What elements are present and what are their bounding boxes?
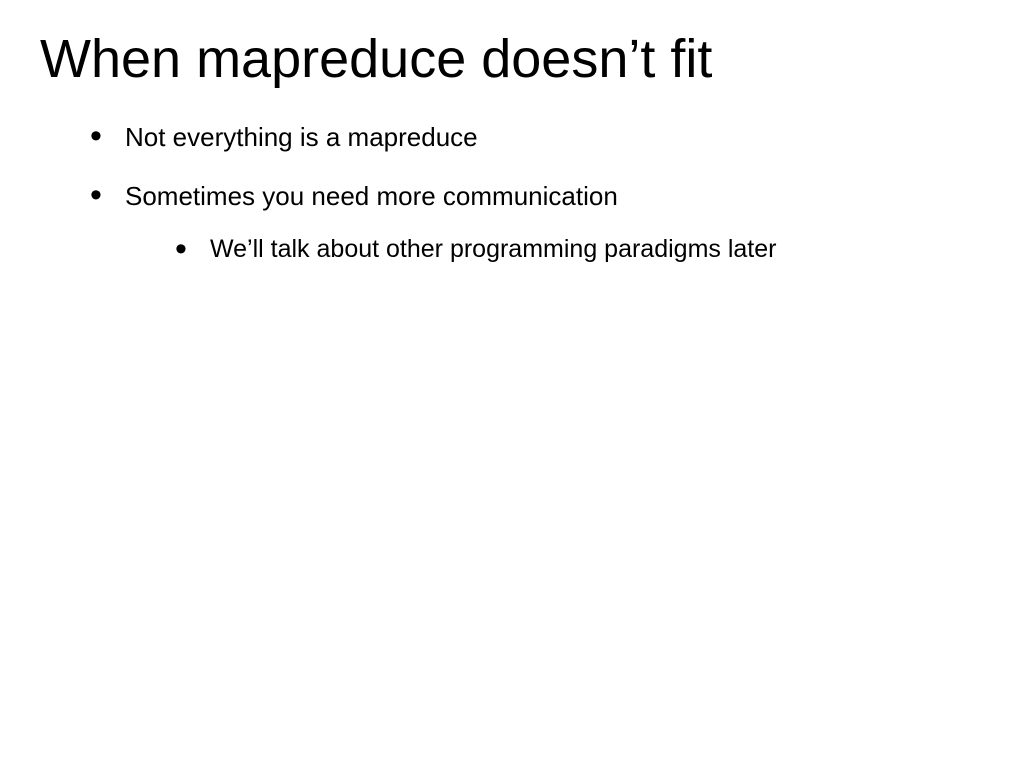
sub-bullet-item: We’ll talk about other programming parad… — [175, 232, 984, 267]
bullet-item: Sometimes you need more communication We… — [90, 178, 984, 267]
bullet-text: Sometimes you need more communication — [125, 181, 618, 211]
bullet-text: Not everything is a mapreduce — [125, 122, 478, 152]
sub-bullet-text: We’ll talk about other programming parad… — [210, 235, 776, 263]
sub-bullet-list: We’ll talk about other programming parad… — [125, 232, 984, 267]
bullet-item: Not everything is a mapreduce — [90, 119, 984, 155]
bullet-list: Not everything is a mapreduce Sometimes … — [40, 119, 984, 267]
slide-container: When mapreduce doesn’t fit Not everythin… — [0, 0, 1024, 768]
slide-title: When mapreduce doesn’t fit — [40, 30, 984, 89]
